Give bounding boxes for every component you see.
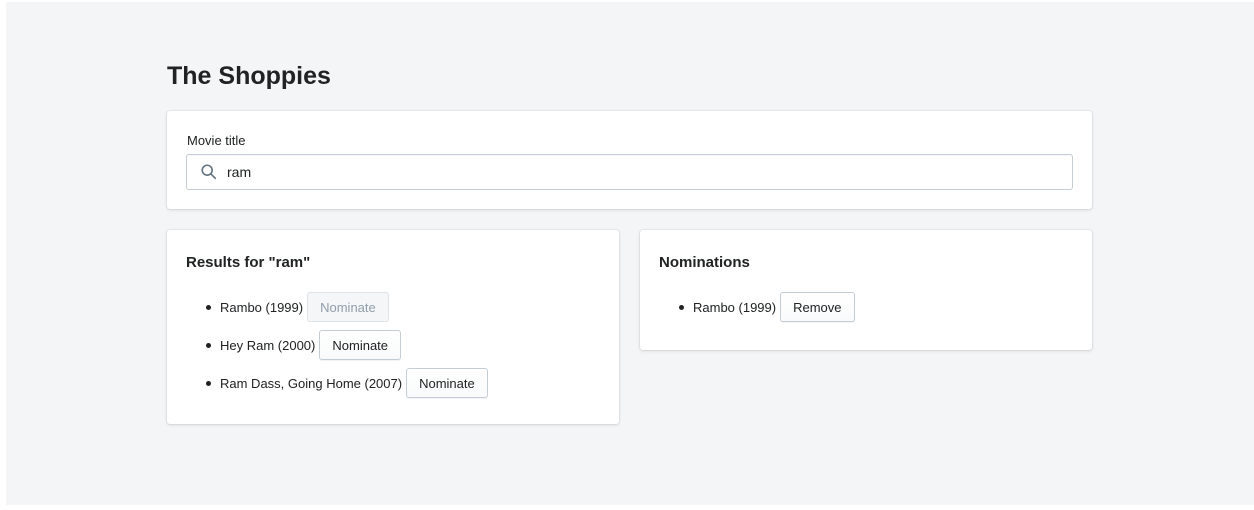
- search-input[interactable]: [227, 161, 1057, 183]
- result-title: Rambo (1999): [220, 299, 304, 315]
- result-item: Rambo (1999) Nominate: [187, 292, 488, 322]
- nominations-card: Nominations Rambo (1999) Remove: [640, 230, 1092, 350]
- nominations-list: Rambo (1999) Remove: [660, 292, 855, 330]
- nominate-button[interactable]: Nominate: [406, 368, 488, 398]
- nominate-button[interactable]: Nominate: [319, 330, 402, 360]
- result-item: Hey Ram (2000) Nominate: [187, 330, 488, 360]
- movie-title-label: Movie title: [187, 133, 246, 148]
- results-card: Results for "ram" Rambo (1999) Nominate …: [167, 230, 619, 424]
- bullet: [206, 342, 211, 348]
- results-list: Rambo (1999) Nominate Hey Ram (2000) Nom…: [187, 292, 488, 406]
- nomination-title: Rambo (1999): [693, 299, 777, 315]
- nomination-item: Rambo (1999) Remove: [660, 292, 855, 322]
- results-heading: Results for "ram": [186, 254, 311, 271]
- search-field[interactable]: [186, 154, 1073, 190]
- bullet: [679, 304, 684, 310]
- result-title: Ram Dass, Going Home (2007): [220, 375, 403, 391]
- result-title: Hey Ram (2000): [220, 337, 316, 353]
- nominate-button: Nominate: [307, 292, 389, 322]
- search-icon: [201, 164, 217, 180]
- nominations-heading: Nominations: [659, 254, 750, 271]
- page-title: The Shoppies: [167, 62, 331, 90]
- remove-button[interactable]: Remove: [780, 292, 855, 322]
- bullet: [206, 380, 211, 386]
- result-item: Ram Dass, Going Home (2007) Nominate: [187, 368, 488, 398]
- bullet: [206, 304, 211, 310]
- search-card: Movie title: [167, 111, 1092, 209]
